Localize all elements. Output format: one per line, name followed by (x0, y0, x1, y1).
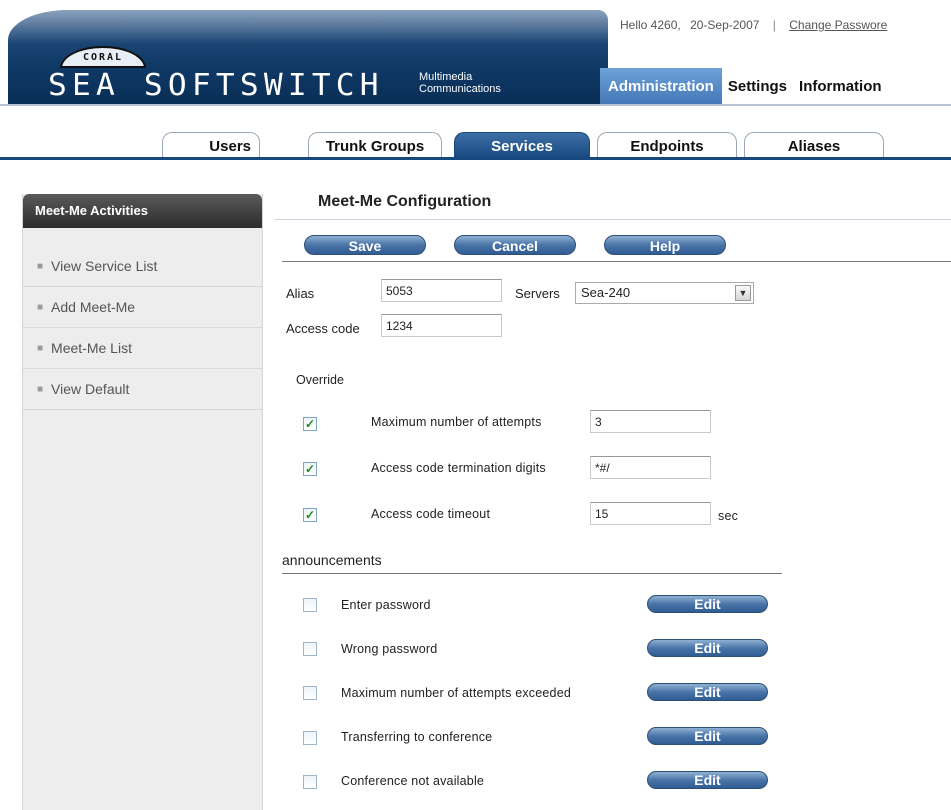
coral-logo: CORAL (60, 46, 146, 68)
alias-input[interactable] (381, 279, 502, 302)
main-nav: Administration Settings Information (600, 68, 888, 104)
edit-button-max-attempts-exceeded[interactable]: Edit (647, 683, 768, 701)
date-text: 20-Sep-2007 (690, 18, 760, 32)
sidebar: Meet-Me Activities ■ View Service List ■ A… (22, 194, 263, 810)
bullet-icon: ■ (37, 343, 44, 354)
announcement-label-not-available: Conference not available (341, 774, 485, 788)
bullet-icon: ■ (37, 384, 44, 395)
max-attempts-input[interactable] (590, 410, 711, 433)
main-content: Meet-Me Configuration Save Cancel Help A… (274, 186, 951, 810)
alias-label: Alias (286, 286, 315, 301)
override-label-max-attempts: Maximum number of attempts (371, 415, 542, 429)
help-button[interactable]: Help (604, 235, 726, 255)
greeting-text: Hello 4260, (620, 18, 681, 32)
announcement-checkbox-not-available[interactable] (303, 775, 317, 789)
override-label-timeout: Access code timeout (371, 507, 491, 521)
tab-endpoints[interactable]: Endpoints (597, 132, 737, 158)
tab-aliases[interactable]: Aliases (744, 132, 884, 158)
bullet-icon: ■ (37, 261, 44, 272)
override-checkbox-termination-digits[interactable]: ✓ (303, 462, 317, 476)
announcement-label-transferring: Transferring to conference (341, 730, 493, 744)
override-checkbox-max-attempts[interactable]: ✓ (303, 417, 317, 431)
access-code-input[interactable] (381, 314, 502, 337)
announcement-checkbox-max-attempts-exceeded[interactable] (303, 686, 317, 700)
edit-button-enter-password[interactable]: Edit (647, 595, 768, 613)
sidebar-item-label: View Default (51, 381, 130, 397)
separator: | (772, 18, 776, 32)
announcement-checkbox-wrong-password[interactable] (303, 642, 317, 656)
nav-settings[interactable]: Settings (721, 68, 794, 104)
brand-tagline: Multimedia Communications (419, 71, 501, 95)
tagline-line-1: Multimedia (419, 71, 473, 83)
override-label-termination-digits: Access code termination digits (371, 461, 546, 475)
edit-button-not-available[interactable]: Edit (647, 771, 768, 789)
bullet-icon: ■ (37, 302, 44, 313)
user-info: Hello 4260, 20-Sep-2007 | Change Passwor… (620, 18, 887, 32)
sidebar-item-view-default[interactable]: ■ View Default (23, 369, 262, 410)
chevron-down-icon[interactable]: ▼ (735, 285, 751, 301)
timeout-input[interactable] (590, 502, 711, 525)
brand-name: SEA SOFTSWITCH (48, 68, 384, 103)
page-title: Meet-Me Configuration (274, 186, 951, 220)
override-label: Override (296, 373, 344, 387)
sidebar-item-label: View Service List (51, 258, 158, 274)
tab-services[interactable]: Services (454, 132, 590, 158)
sidebar-item-label: Meet-Me List (51, 340, 132, 356)
timeout-unit: sec (718, 509, 739, 523)
sidebar-item-label: Add Meet-Me (51, 299, 136, 315)
change-password-link[interactable]: Change Passwore (789, 18, 887, 32)
sub-tabs: Users Trunk Groups Services Endpoints Al… (0, 132, 951, 158)
announcement-label-enter-password: Enter password (341, 598, 431, 612)
access-code-label: Access code (286, 321, 360, 336)
announcement-checkbox-transferring[interactable] (303, 731, 317, 745)
logo-banner: CORAL SEA SOFTSWITCH Multimedia Communic… (8, 10, 608, 104)
override-checkbox-timeout[interactable]: ✓ (303, 508, 317, 522)
tab-users[interactable]: Users (162, 132, 260, 158)
sidebar-title: Meet-Me Activities (23, 194, 262, 228)
nav-information[interactable]: Information (793, 68, 888, 104)
header-divider (0, 104, 951, 106)
servers-label: Servers (515, 286, 560, 301)
action-bar: Save Cancel Help (282, 234, 951, 262)
announcement-label-max-attempts-exceeded: Maximum number of attempts exceeded (341, 686, 572, 700)
edit-button-transferring[interactable]: Edit (647, 727, 768, 745)
nav-administration[interactable]: Administration (600, 68, 722, 104)
edit-button-wrong-password[interactable]: Edit (647, 639, 768, 657)
announcements-heading: announcements (282, 552, 782, 574)
sidebar-item-meet-me-list[interactable]: ■ Meet-Me List (23, 328, 262, 369)
servers-select[interactable]: Sea-240 ▼ (575, 282, 754, 304)
tab-trunk-groups[interactable]: Trunk Groups (308, 132, 442, 158)
sidebar-list: ■ View Service List ■ Add Meet-Me ■ Meet-Me… (23, 246, 262, 410)
announcement-label-wrong-password: Wrong password (341, 642, 438, 656)
termination-digits-input[interactable] (590, 456, 711, 479)
cancel-button[interactable]: Cancel (454, 235, 576, 255)
tab-bar-divider (0, 157, 951, 160)
page-header: CORAL SEA SOFTSWITCH Multimedia Communic… (0, 0, 951, 110)
sidebar-item-view-service-list[interactable]: ■ View Service List (23, 246, 262, 287)
tagline-line-2: Communications (419, 83, 501, 95)
announcement-checkbox-enter-password[interactable] (303, 598, 317, 612)
save-button[interactable]: Save (304, 235, 426, 255)
servers-selected-value: Sea-240 (581, 285, 631, 300)
sidebar-item-add-meet-me[interactable]: ■ Add Meet-Me (23, 287, 262, 328)
